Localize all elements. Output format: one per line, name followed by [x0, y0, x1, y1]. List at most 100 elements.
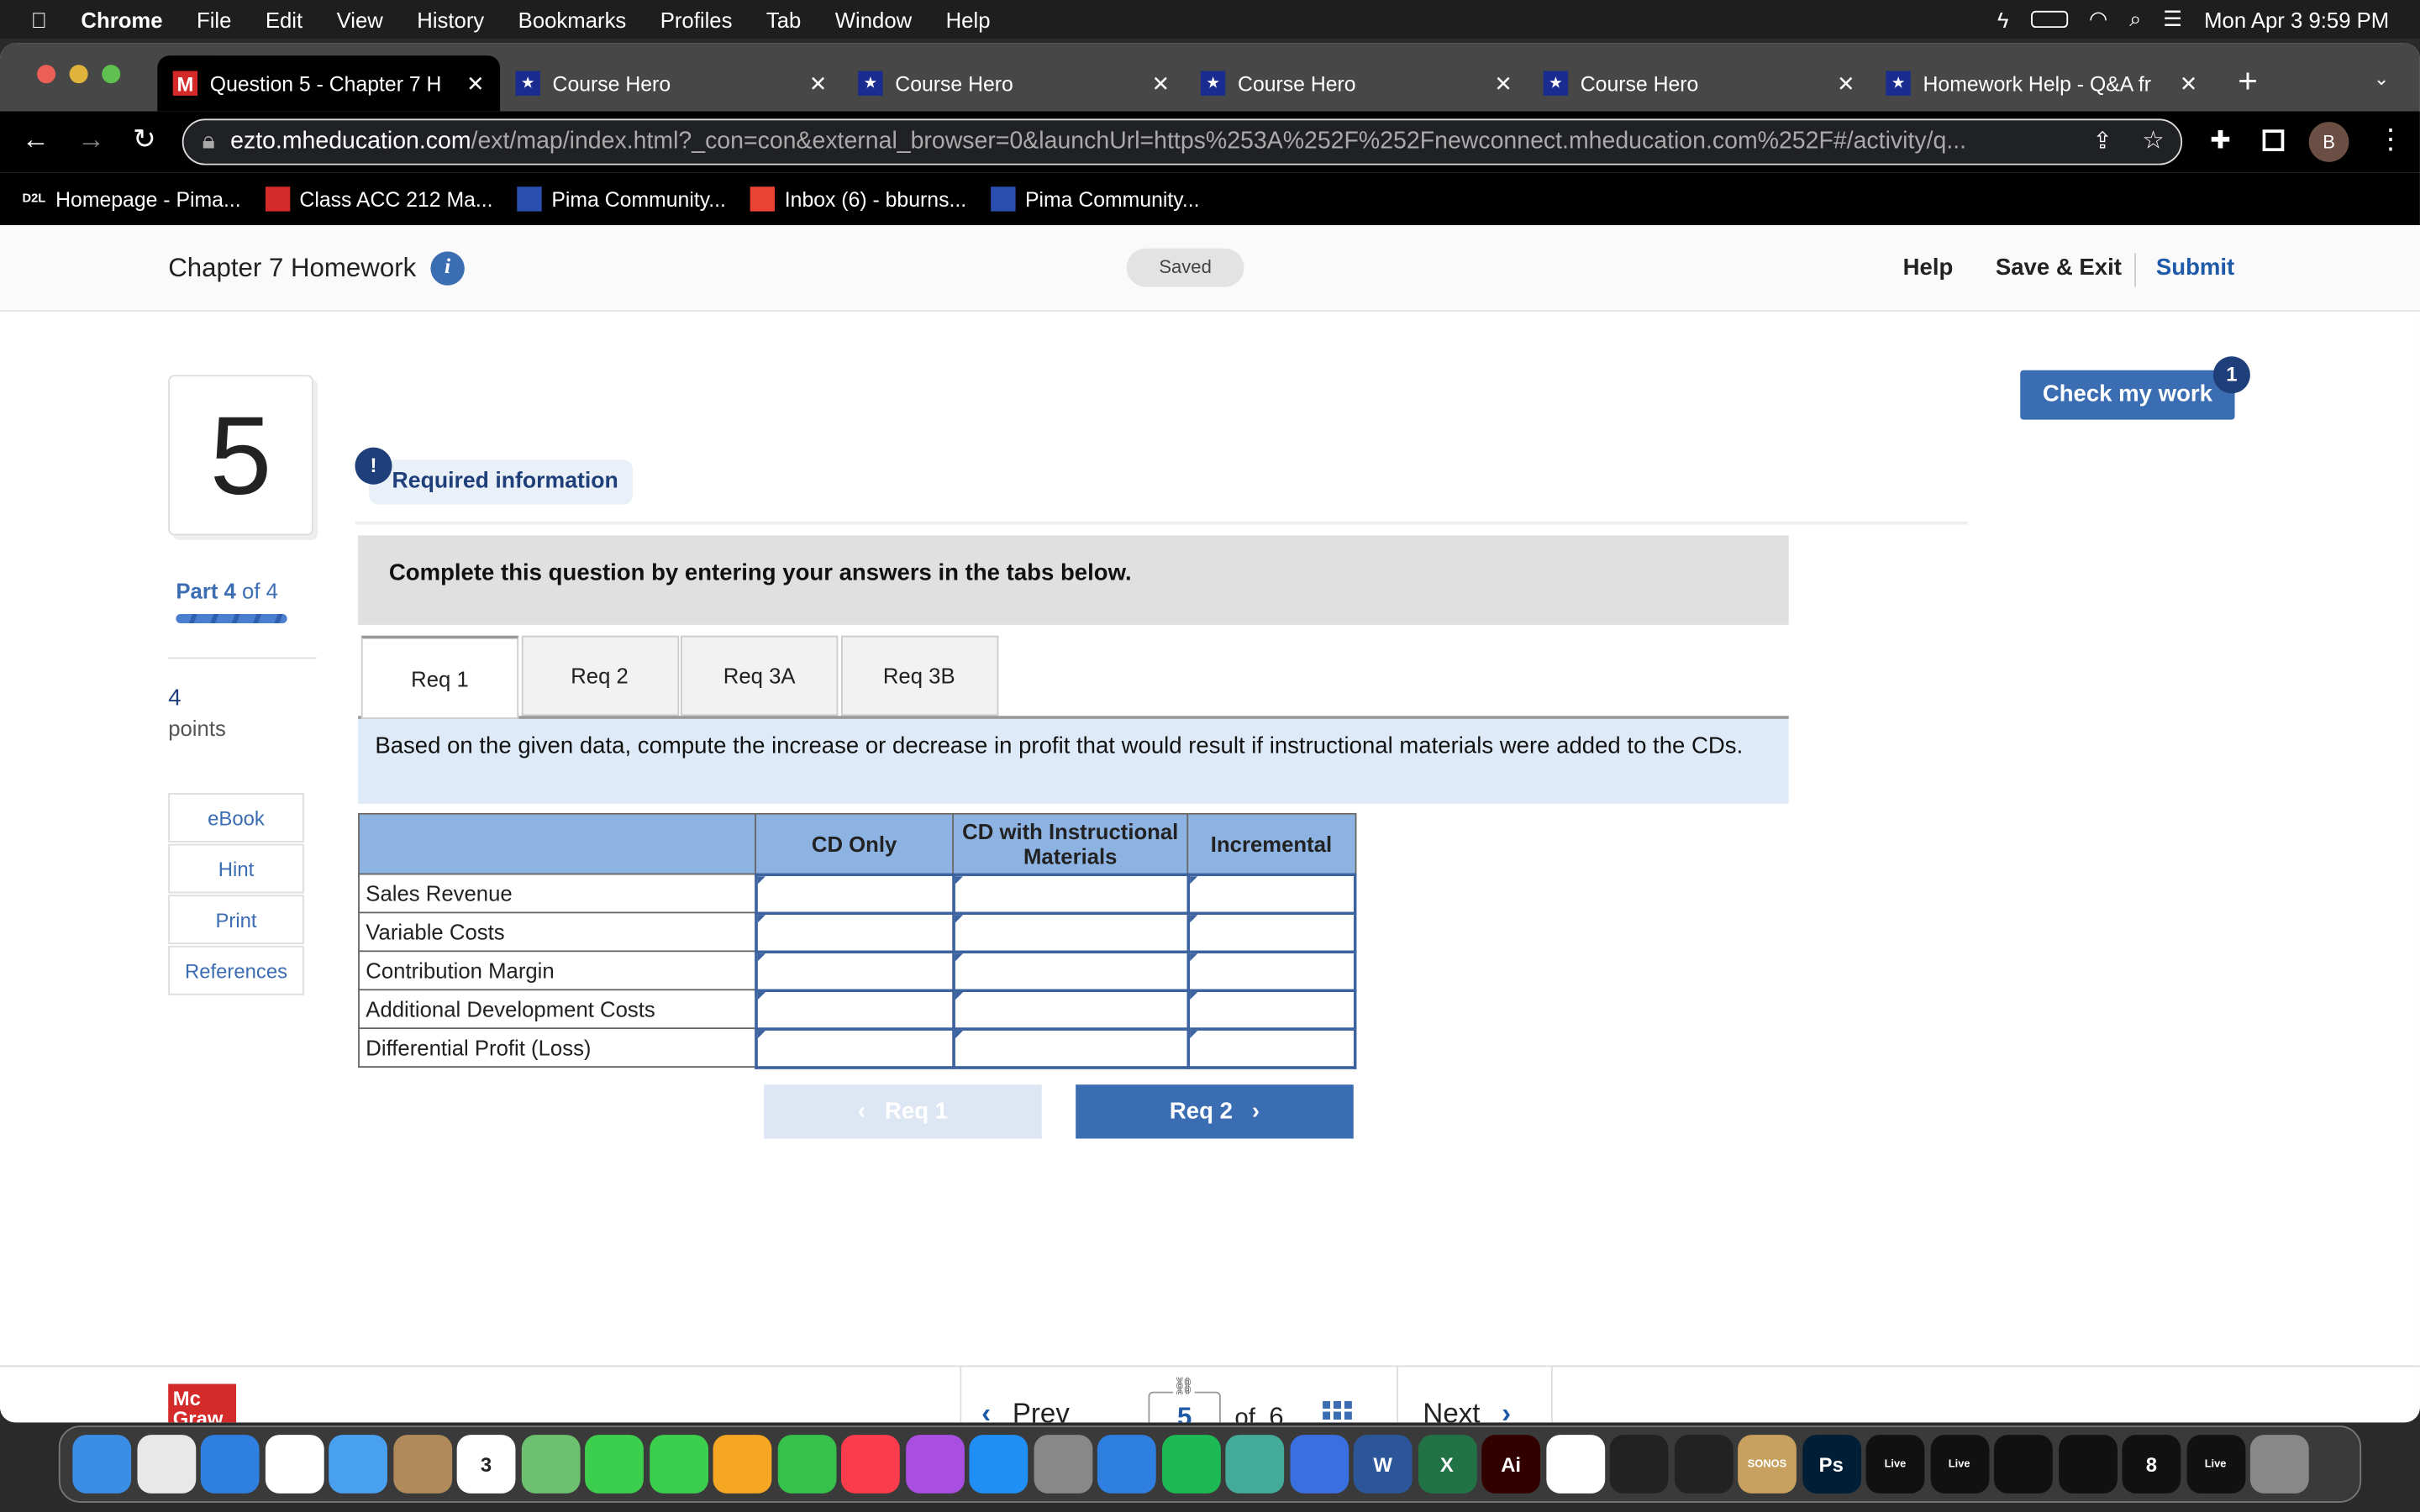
live-icon[interactable]: Live — [1865, 1435, 1925, 1494]
back-icon[interactable]: ← — [22, 123, 50, 156]
bolt-icon[interactable]: ϟ — [1997, 7, 2009, 31]
answer-input[interactable] — [951, 911, 1190, 953]
app-store-icon[interactable] — [969, 1435, 1028, 1494]
menu-window[interactable]: Window — [835, 7, 912, 31]
help-button[interactable]: Help — [1903, 255, 1954, 281]
close-tab-icon[interactable]: ✕ — [1152, 71, 1171, 97]
reminders-icon[interactable] — [264, 1435, 324, 1494]
side-print-button[interactable]: Print — [168, 895, 304, 945]
illustrator-icon[interactable]: Ai — [1481, 1435, 1541, 1494]
answer-input[interactable] — [1186, 1026, 1357, 1068]
menu-history[interactable]: History — [417, 7, 484, 31]
tab-req-1[interactable]: Req 1 — [360, 635, 519, 719]
spotify-icon[interactable] — [1161, 1435, 1220, 1494]
sonos-icon[interactable]: SONOS — [1738, 1435, 1797, 1494]
browser-tab[interactable]: ★ Homework Help - Q&A fr ✕ — [1870, 55, 2213, 111]
bookmark-item[interactable]: Class ACC 212 Ma... — [266, 186, 493, 212]
battery-icon[interactable] — [2030, 10, 2068, 29]
tab-search-chevron-icon[interactable]: ⌄ — [2374, 68, 2389, 90]
menu-app-name[interactable]: Chrome — [81, 7, 162, 31]
system-settings-icon[interactable] — [1033, 1435, 1092, 1494]
keynote-icon[interactable] — [1097, 1435, 1156, 1494]
side-hint-button[interactable]: Hint — [168, 843, 304, 894]
bookmark-star-icon[interactable]: ☆ — [2142, 125, 2164, 156]
side-ebook-button[interactable]: eBook — [168, 793, 304, 843]
kindle-icon[interactable] — [1673, 1435, 1733, 1494]
trash-icon[interactable] — [2249, 1435, 2309, 1494]
close-tab-icon[interactable]: ✕ — [809, 71, 828, 97]
mail-icon[interactable] — [329, 1435, 388, 1494]
prev-req-button[interactable]: ‹ Req 1 — [764, 1084, 1042, 1139]
tab-req-3b[interactable]: Req 3B — [840, 635, 998, 717]
menu-bookmarks[interactable]: Bookmarks — [518, 7, 627, 31]
bookmark-item[interactable]: D2L Homepage - Pima... — [21, 186, 241, 212]
answer-input[interactable] — [754, 872, 955, 915]
submit-button[interactable]: Submit — [2156, 255, 2234, 281]
photoshop-icon[interactable]: Ps — [1802, 1435, 1861, 1494]
answer-input[interactable] — [754, 988, 955, 1030]
answer-input[interactable] — [1186, 872, 1357, 915]
pages-icon[interactable] — [713, 1435, 772, 1494]
next-req-button[interactable]: Req 2 › — [1076, 1084, 1354, 1139]
browser-tab[interactable]: M Question 5 - Chapter 7 H ✕ — [157, 55, 501, 112]
menu-file[interactable]: File — [197, 7, 231, 31]
reload-icon[interactable]: ↻ — [133, 123, 156, 156]
tab-req-3a[interactable]: Req 3A — [680, 635, 839, 717]
answer-input[interactable] — [1186, 988, 1357, 1030]
close-tab-icon[interactable]: ✕ — [1837, 71, 1855, 97]
more-menu-icon[interactable]: ⋮ — [2377, 123, 2405, 156]
answer-input[interactable] — [951, 988, 1190, 1030]
browser-tab[interactable]: ★ Course Hero ✕ — [843, 55, 1186, 111]
answer-input[interactable] — [1186, 949, 1357, 992]
pencil-icon[interactable] — [1289, 1435, 1349, 1494]
new-tab-button[interactable]: + — [2238, 61, 2258, 102]
answer-input[interactable] — [754, 949, 955, 992]
answer-input[interactable] — [951, 872, 1190, 915]
live-icon[interactable]: Live — [2186, 1435, 2245, 1494]
browser-tab[interactable]: ★ Course Hero ✕ — [1186, 55, 1528, 111]
messages-icon[interactable] — [585, 1435, 644, 1494]
unity-icon[interactable] — [1994, 1435, 2053, 1494]
check-my-work-button[interactable]: Check my work — [2020, 370, 2235, 420]
close-tab-icon[interactable]: ✕ — [1494, 71, 1512, 97]
menu-tab[interactable]: Tab — [766, 7, 801, 31]
chrome-icon[interactable] — [136, 1435, 196, 1494]
eight-icon[interactable]: 8 — [2122, 1435, 2181, 1494]
facetime-icon[interactable] — [649, 1435, 708, 1494]
save-exit-button[interactable]: Save & Exit — [1996, 255, 2122, 281]
side-panel-icon[interactable] — [2262, 129, 2285, 151]
close-window-button[interactable] — [37, 65, 56, 84]
contacts-icon[interactable] — [392, 1435, 452, 1494]
answer-input[interactable] — [754, 911, 955, 953]
podcasts-icon[interactable] — [905, 1435, 965, 1494]
close-tab-icon[interactable]: ✕ — [2180, 71, 2198, 97]
menu-view[interactable]: View — [337, 7, 383, 31]
profile-avatar[interactable]: B — [2308, 122, 2349, 162]
prev-question-button[interactable]: ‹ Prev — [981, 1398, 1070, 1422]
info-icon[interactable]: i — [430, 251, 465, 286]
maximize-window-button[interactable] — [102, 65, 121, 84]
shortcut-icon[interactable] — [2058, 1435, 2118, 1494]
menu-help[interactable]: Help — [946, 7, 991, 31]
browser-tab[interactable]: ★ Course Hero ✕ — [500, 55, 843, 111]
finder-icon[interactable] — [72, 1435, 132, 1494]
tableau-icon[interactable] — [1545, 1435, 1605, 1494]
next-question-button[interactable]: Next › — [1423, 1398, 1511, 1422]
address-bar[interactable]: 🔒︎ ezto.mheducation.com/ext/map/index.ht… — [182, 118, 2183, 165]
answer-input[interactable] — [1186, 911, 1357, 953]
bookmark-item[interactable]: Pima Community... — [517, 186, 726, 212]
forward-icon[interactable]: → — [77, 123, 105, 156]
menu-edit[interactable]: Edit — [266, 7, 302, 31]
numbers-icon[interactable] — [776, 1435, 836, 1494]
clock[interactable]: Mon Apr 3 9:59 PM — [2204, 7, 2389, 31]
answer-input[interactable] — [754, 1026, 955, 1068]
chrome-app-icon[interactable] — [1225, 1435, 1285, 1494]
grid-view-icon[interactable] — [1323, 1400, 1352, 1423]
calendar-icon[interactable]: 3 — [456, 1435, 516, 1494]
safari-icon[interactable] — [200, 1435, 260, 1494]
answer-input[interactable] — [951, 1026, 1190, 1068]
music-icon[interactable] — [841, 1435, 900, 1494]
side-references-button[interactable]: References — [168, 945, 304, 995]
share-icon[interactable]: ⇪ — [2093, 127, 2112, 154]
excel-icon[interactable]: X — [1418, 1435, 1476, 1494]
